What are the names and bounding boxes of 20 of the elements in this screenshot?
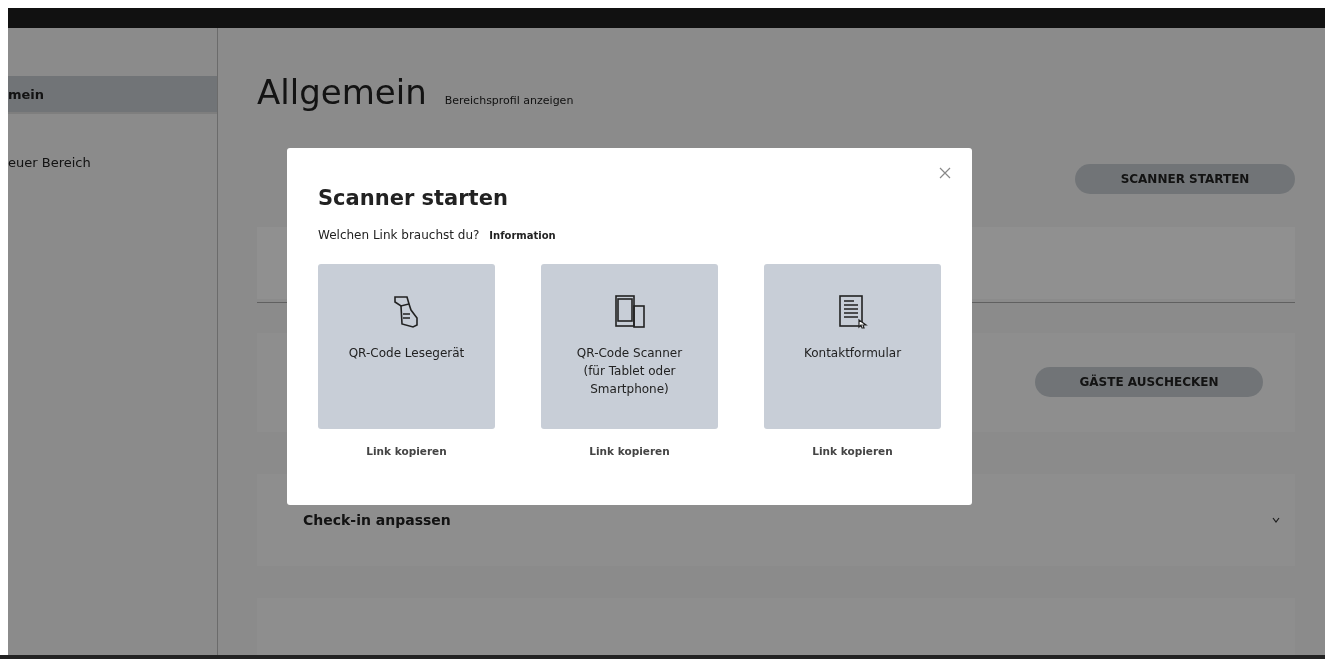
section-title[interactable]: Check-in anpassen [303, 512, 451, 529]
option-tile[interactable]: QR-Code Scanner (für Tablet oder Smartphone) [541, 264, 718, 429]
question-text: Welchen Link brauchst du? [318, 228, 480, 242]
chevron-icon[interactable] [1271, 516, 1281, 525]
checkout-guests-button[interactable]: GÄSTE AUSCHECKEN [1035, 367, 1263, 398]
page-title: Allgemein [257, 72, 427, 112]
sidebar-item[interactable]: mein [8, 76, 217, 114]
sidebar-item[interactable]: euer Bereich [8, 144, 217, 182]
dialog-title: Scanner starten [318, 186, 509, 210]
profile-link[interactable]: Bereichsprofil anzeigen [444, 94, 574, 107]
information-link[interactable]: Information [489, 230, 556, 241]
copy-link[interactable]: Link kopieren [366, 445, 447, 457]
copy-link[interactable]: Link kopieren [812, 445, 893, 457]
option-tile[interactable]: QR-Code Lesegerät [318, 264, 495, 429]
close-icon[interactable] [938, 166, 952, 180]
option-tile[interactable]: Kontaktformular [764, 264, 941, 429]
form-cursor-icon [836, 294, 869, 330]
copy-link[interactable]: Link kopieren [589, 445, 670, 457]
tablet-phone-icon [613, 294, 646, 330]
start-scanner-button[interactable]: SCANNER STARTEN [1075, 164, 1295, 194]
